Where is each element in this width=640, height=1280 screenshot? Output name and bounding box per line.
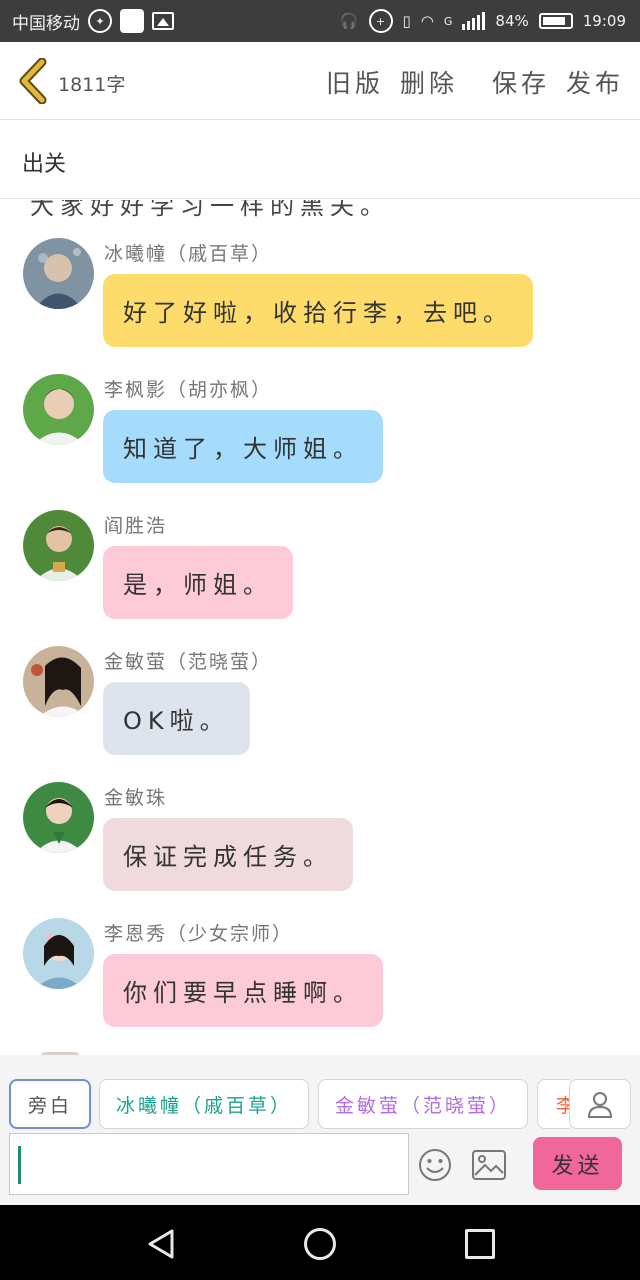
chapter-title: 出关 [22,152,67,177]
carrier-label: 中国移动 [12,13,80,34]
back-button[interactable] [14,57,54,105]
avatar[interactable] [23,238,94,309]
old-version-button[interactable]: 旧版 [326,64,384,100]
message-text: 知道了，大师姐。 [123,435,363,463]
sender-name: 金敏珠 [104,787,168,809]
message-text: 保证完成任务。 [123,843,333,871]
chip-character[interactable]: 冰曦幢（戚百草） [99,1079,309,1129]
composer-panel: 旁白 冰曦幢（戚百草） 金敏萤（范晓萤） 李 发送 [0,1055,640,1205]
sender-name: 李恩秀（少女宗师） [104,923,294,945]
sender-name: 冰曦幢（戚百草） [104,243,273,265]
battery-fill [542,17,565,25]
chapter-title-row[interactable]: 出关 [0,121,640,199]
message-text: 是，师姐。 [123,571,273,599]
vibrate-icon: ▯ [402,12,411,30]
avatar[interactable] [23,374,94,445]
word-count: 1811字 [58,74,126,96]
chevron-left-icon [19,57,47,105]
message-text: 你们要早点睡啊。 [123,979,363,1007]
battery-icon [538,13,573,29]
status-left: 中国移动 ✦ [12,0,174,42]
system-nav-bar [0,1205,640,1280]
sender-name: 李枫影（胡亦枫） [104,379,273,401]
avatar[interactable] [23,918,94,989]
data-saver-icon: + [368,9,393,33]
chip-label: 冰曦幢（戚百草） [115,1094,292,1117]
status-right: 🎧 + ▯ ◠ G 84% 19:09 [340,0,626,42]
chip-label: 旁白 [27,1094,72,1117]
chip-character[interactable]: 金敏萤（范晓萤） [318,1079,528,1129]
app-root: 中国移动 ✦ 🎧 + ▯ ◠ G 84% 19:09 1811字 旧版 删除 保… [0,0,640,1280]
publish-button[interactable]: 发布 [566,64,624,100]
gallery-notification-icon [152,12,174,30]
role-chip-list[interactable]: 旁白 冰曦幢（戚百草） 金敏萤（范晓萤） 李 [0,1079,570,1131]
message-text: OK啦。 [123,707,230,735]
status-bar: 中国移动 ✦ 🎧 + ▯ ◠ G 84% 19:09 [0,0,640,42]
person-icon [587,1092,613,1118]
character-manager-button[interactable] [569,1079,631,1129]
signal-icon [462,12,486,30]
chat-list[interactable]: 大家好好学习一样的黑夫。 冰曦幢（戚百草） 好了好啦，收拾行李，去吧。 李枫影（… [0,200,640,1055]
chip-character[interactable]: 李 [537,1079,570,1129]
clock: 19:09 [582,12,626,30]
message-bubble[interactable]: 保证完成任务。 [103,818,353,891]
message-text: 好了好啦，收拾行李，去吧。 [123,299,513,327]
chip-label: 金敏萤（范晓萤） [334,1094,511,1117]
delete-button[interactable]: 删除 [400,64,458,100]
smiley-icon[interactable] [418,1148,452,1182]
message-bubble[interactable]: OK啦。 [103,682,250,755]
nav-recents-icon[interactable] [465,1229,495,1259]
message-bubble[interactable]: 知道了，大师姐。 [103,410,383,483]
battery-percent: 84% [495,12,529,30]
network-type-label: G [443,14,453,28]
avatar[interactable] [23,510,94,581]
send-label: 发送 [551,1153,604,1179]
chip-narration[interactable]: 旁白 [9,1079,91,1129]
headphones-icon: 🎧 [339,12,359,30]
nav-home-icon[interactable] [304,1228,336,1260]
message-bubble[interactable]: 你们要早点睡啊。 [103,954,383,1027]
avatar[interactable] [23,782,94,853]
nav-back-icon[interactable] [146,1228,176,1260]
browser-icon: ✦ [88,9,112,33]
editor-header: 1811字 旧版 删除 保存 发布 [0,42,640,120]
app-notification-icon [120,9,144,33]
sender-name: 阎胜浩 [104,515,168,537]
text-cursor [18,1146,21,1184]
sender-name: 金敏萤（范晓萤） [104,651,273,673]
send-button[interactable]: 发送 [533,1137,622,1190]
save-button[interactable]: 保存 [492,64,550,100]
cut-off-narration: 大家好好学习一样的黑夫。 [30,200,390,220]
message-input[interactable] [9,1133,409,1195]
wifi-icon: ◠ [420,12,434,30]
chip-label: 李 [556,1094,570,1117]
message-bubble[interactable]: 是，师姐。 [103,546,293,619]
avatar[interactable] [23,646,94,717]
message-bubble[interactable]: 好了好啦，收拾行李，去吧。 [103,274,533,347]
image-icon[interactable] [472,1150,506,1180]
